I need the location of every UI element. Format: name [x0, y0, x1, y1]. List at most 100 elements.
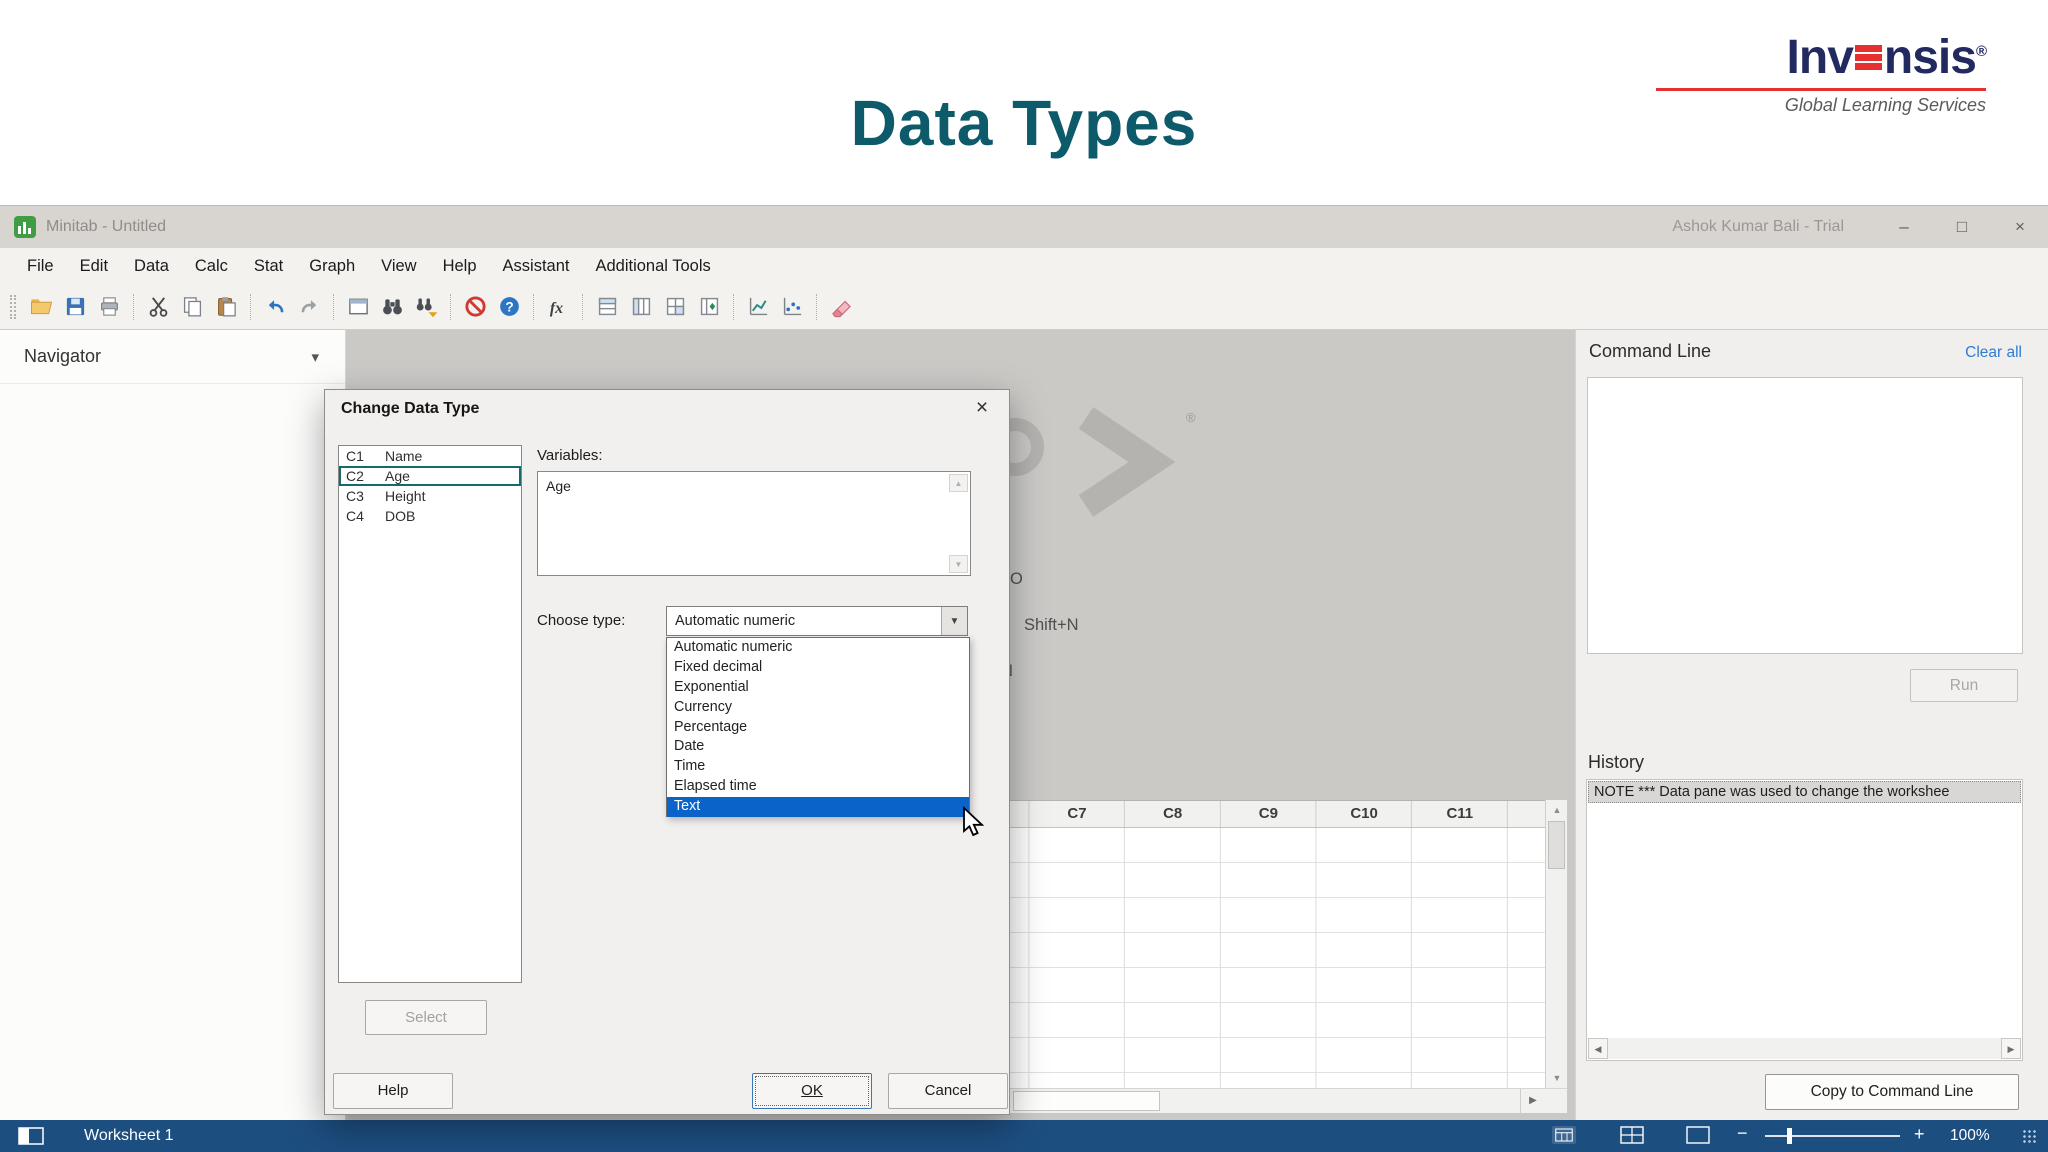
- minitab-window: Minitab - Untitled Ashok Kumar Bali - Tr…: [0, 205, 2048, 1152]
- column-header-c10[interactable]: C10: [1316, 805, 1412, 822]
- minimize-button[interactable]: –: [1890, 217, 1918, 237]
- zoom-slider-thumb[interactable]: [1787, 1128, 1792, 1144]
- find-icon[interactable]: [377, 292, 407, 322]
- menu-stat[interactable]: Stat: [241, 248, 296, 284]
- column-header-c8[interactable]: C8: [1125, 805, 1221, 822]
- column-header-c7[interactable]: C7: [1029, 805, 1125, 822]
- dropdown-arrow-icon[interactable]: ▼: [941, 607, 967, 635]
- dialog-titlebar[interactable]: Change Data Type ×: [325, 390, 1009, 428]
- print-icon[interactable]: [94, 292, 124, 322]
- copy-to-command-line-button[interactable]: Copy to Command Line: [1765, 1074, 2019, 1110]
- paste-icon[interactable]: [211, 292, 241, 322]
- copy-icon[interactable]: [177, 292, 207, 322]
- toolbar-separator: [733, 293, 734, 320]
- dialog-close-icon[interactable]: ×: [967, 394, 997, 424]
- blank-view-icon[interactable]: [1686, 1126, 1710, 1144]
- menu-file[interactable]: File: [14, 248, 67, 284]
- clear-all-link[interactable]: Clear all: [1965, 344, 2022, 362]
- column-id: C3: [346, 488, 364, 504]
- ok-button[interactable]: OK: [752, 1073, 872, 1109]
- spin-down-icon[interactable]: ▼: [949, 555, 968, 573]
- insert-rows-icon[interactable]: [592, 292, 622, 322]
- cancel-button[interactable]: Cancel: [888, 1073, 1008, 1109]
- type-option-text[interactable]: Text: [667, 797, 969, 818]
- scroll-right-icon[interactable]: ▶: [1520, 1089, 1545, 1113]
- account-name: Ashok Kumar Bali - Trial: [1672, 218, 1844, 235]
- column-header-c9[interactable]: C9: [1220, 805, 1316, 822]
- insert-cells-icon[interactable]: [660, 292, 690, 322]
- type-option-fixed-decimal[interactable]: Fixed decimal: [667, 658, 969, 678]
- close-button[interactable]: ×: [2006, 217, 2034, 237]
- navigator-header[interactable]: Navigator ▾: [0, 330, 345, 384]
- zoom-slider-track[interactable]: [1765, 1135, 1900, 1137]
- redo-icon[interactable]: [294, 292, 324, 322]
- menu-view[interactable]: View: [368, 248, 429, 284]
- type-option-currency[interactable]: Currency: [667, 698, 969, 718]
- column-header-c11[interactable]: C11: [1412, 805, 1508, 822]
- type-option-date[interactable]: Date: [667, 737, 969, 757]
- type-option-exponential[interactable]: Exponential: [667, 678, 969, 698]
- menu-help[interactable]: Help: [430, 248, 490, 284]
- worksheet-name[interactable]: Worksheet 1: [84, 1127, 174, 1145]
- grid-view-icon[interactable]: [1620, 1126, 1644, 1144]
- column-item-c3[interactable]: C3 Height: [339, 486, 521, 506]
- menu-edit[interactable]: Edit: [67, 248, 121, 284]
- select-button[interactable]: Select: [365, 1000, 487, 1035]
- horizontal-scroll-thumb[interactable]: [1013, 1091, 1160, 1111]
- insert-columns-icon[interactable]: [626, 292, 656, 322]
- resize-grip-icon[interactable]: [2022, 1129, 2036, 1143]
- vertical-scroll-thumb[interactable]: [1548, 821, 1565, 869]
- zoom-in-button[interactable]: +: [1914, 1124, 1925, 1145]
- type-option-time[interactable]: Time: [667, 757, 969, 777]
- scroll-up-icon[interactable]: ▲: [1546, 800, 1568, 820]
- zoom-out-button[interactable]: −: [1737, 1123, 1748, 1144]
- type-dropdown[interactable]: Automatic numeric ▼: [666, 606, 968, 636]
- history-note-row[interactable]: NOTE *** Data pane was used to change th…: [1588, 781, 2021, 803]
- spin-up-icon[interactable]: ▲: [949, 474, 968, 492]
- cancel-icon[interactable]: [460, 292, 490, 322]
- undo-icon[interactable]: [260, 292, 290, 322]
- help-button[interactable]: Help: [333, 1073, 453, 1109]
- save-icon[interactable]: [60, 292, 90, 322]
- eraser-icon[interactable]: [826, 292, 856, 322]
- command-line-input[interactable]: [1587, 377, 2023, 654]
- type-option-elapsed-time[interactable]: Elapsed time: [667, 777, 969, 797]
- window-titlebar: Minitab - Untitled Ashok Kumar Bali - Tr…: [0, 206, 2048, 248]
- menu-assistant[interactable]: Assistant: [490, 248, 583, 284]
- chevron-down-icon[interactable]: ▾: [311, 348, 319, 366]
- history-scrollbar[interactable]: ◀ ▶: [1588, 1038, 2021, 1059]
- edit-graph-icon[interactable]: [777, 292, 807, 322]
- column-item-c2[interactable]: C2 Age: [339, 466, 521, 486]
- toolbar-grip[interactable]: [10, 294, 16, 319]
- scatterplot-icon[interactable]: [743, 292, 773, 322]
- menu-calc[interactable]: Calc: [182, 248, 241, 284]
- column-item-c1[interactable]: C1 Name: [339, 446, 521, 466]
- worksheet-vertical-scrollbar[interactable]: ▲ ▼: [1545, 800, 1567, 1088]
- column-item-c4[interactable]: C4 DOB: [339, 506, 521, 526]
- menu-data[interactable]: Data: [121, 248, 182, 284]
- scroll-left-icon[interactable]: ◀: [1588, 1038, 1608, 1059]
- maximize-button[interactable]: □: [1948, 217, 1976, 237]
- menu-graph[interactable]: Graph: [296, 248, 368, 284]
- type-option-percentage[interactable]: Percentage: [667, 718, 969, 738]
- scroll-right-icon[interactable]: ▶: [2001, 1038, 2021, 1059]
- new-window-icon[interactable]: [343, 292, 373, 322]
- run-button[interactable]: Run: [1910, 669, 2018, 702]
- find-next-icon[interactable]: [411, 292, 441, 322]
- type-option-automatic-numeric[interactable]: Automatic numeric: [667, 638, 969, 658]
- scroll-down-icon[interactable]: ▼: [1546, 1068, 1568, 1088]
- menu-additional-tools[interactable]: Additional Tools: [582, 248, 723, 284]
- worksheet-switcher-icon[interactable]: [18, 1127, 44, 1145]
- slide-banner: Data Types Inv nsis® Global Learning Serv…: [0, 0, 2048, 205]
- move-columns-icon[interactable]: [694, 292, 724, 322]
- data-view-icon[interactable]: [1552, 1126, 1576, 1144]
- variables-field[interactable]: Age ▲ ▼: [537, 471, 971, 576]
- history-box[interactable]: NOTE *** Data pane was used to change th…: [1586, 779, 2023, 1061]
- column-listbox[interactable]: C1 Name C2 Age C3 Height C4 DOB: [338, 445, 522, 983]
- window-title: Minitab - Untitled: [46, 218, 167, 235]
- type-dropdown-list: Automatic numeric Fixed decimal Exponentia…: [666, 637, 970, 818]
- open-file-icon[interactable]: [26, 292, 56, 322]
- insert-function-icon[interactable]: fx: [543, 292, 573, 322]
- cut-icon[interactable]: [143, 292, 173, 322]
- help-icon[interactable]: ?: [494, 292, 524, 322]
